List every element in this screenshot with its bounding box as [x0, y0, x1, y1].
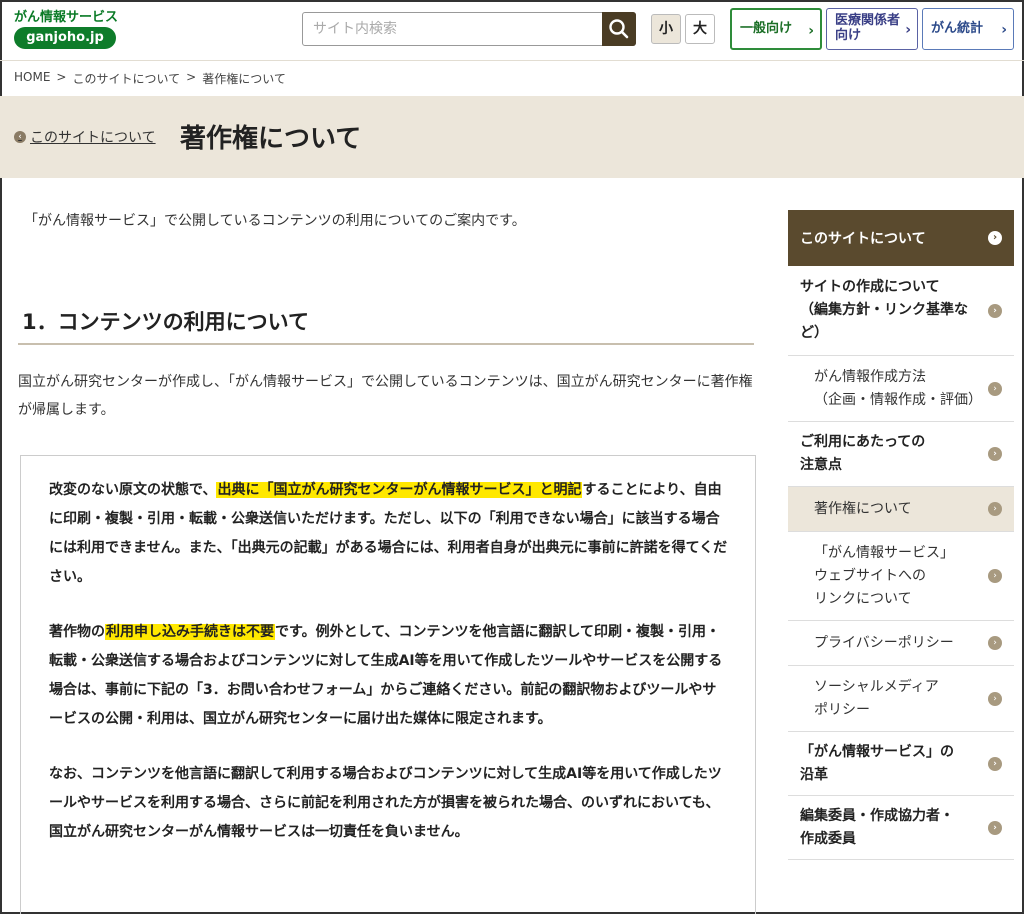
nav-stats-button[interactable]: がん統計 ›	[922, 8, 1014, 50]
notice-box: 改変のない原文の状態で、出典に「国立がん研究センターがん情報サービス」と明記する…	[20, 455, 756, 914]
search-box	[302, 12, 636, 46]
sidebar-item-label: がん情報作成方法 （企画・情報作成・評価）	[814, 366, 982, 412]
sidebar-nav: このサイトについて › サイトの作成について （編集方針・リンク基準な ど） › が…	[788, 210, 1014, 860]
breadcrumb: HOME > このサイトについて > 著作権について	[14, 70, 286, 87]
sidebar-item-label: ソーシャルメディア ポリシー	[814, 676, 939, 722]
highlight-no-application: 利用申し込み手続きは不要	[105, 624, 275, 640]
label-line: ご利用にあたっての	[800, 434, 926, 450]
font-size-small-button[interactable]: 小	[651, 14, 681, 44]
chevron-right-icon: ›	[988, 502, 1002, 516]
label-line: 「がん情報サービス」の	[800, 743, 954, 760]
sidebar-header-label: このサイトについて	[800, 231, 926, 247]
sidebar-header[interactable]: このサイトについて ›	[788, 210, 1014, 266]
label-line: ど）	[800, 325, 828, 341]
breadcrumb-about[interactable]: このサイトについて	[72, 70, 180, 87]
sidebar-item-history[interactable]: 「がん情報サービス」の 沿革 ›	[788, 732, 1014, 796]
label-line: 編集委員・作成協力者・	[800, 807, 954, 824]
nav-stats-label: がん統計	[931, 20, 984, 36]
chevron-right-icon: ›	[808, 23, 814, 39]
title-band: ‹ このサイトについて 著作権について	[0, 96, 1024, 178]
label-line: 作成委員	[800, 830, 856, 847]
copyright-paragraph: 国立がん研究センターが作成し、「がん情報サービス」で公開しているコンテンツは、国…	[18, 374, 753, 418]
notice-text: 改変のない原文の状態で、	[49, 482, 217, 498]
sidebar-item-label: サイトの作成について （編集方針・リンク基準な ど）	[800, 276, 968, 345]
label-line: ウェブサイトへの	[814, 567, 926, 584]
section-divider	[18, 343, 754, 345]
sidebar-item-label: 「がん情報サービス」 ウェブサイトへの リンクについて	[814, 542, 954, 611]
breadcrumb-current: 著作権について	[202, 72, 286, 86]
back-link[interactable]: ‹ このサイトについて	[14, 127, 156, 147]
nav-medical-label-line2: 向け	[835, 28, 862, 43]
chevron-right-icon: ›	[988, 691, 1002, 706]
sidebar-item-label: 編集委員・作成協力者・ 作成委員	[800, 805, 954, 851]
highlight-attribution: 出典に「国立がん研究センターがん情報サービス」と明記	[216, 482, 583, 498]
sidebar-item-label: プライバシーポリシー	[814, 634, 954, 651]
sidebar-item-label: 「がん情報サービス」の 沿革	[800, 741, 954, 787]
sidebar-item-info-method[interactable]: がん情報作成方法 （企画・情報作成・評価） ›	[788, 356, 1014, 422]
chevron-left-icon: ‹	[14, 131, 26, 143]
label-line: 注意点	[800, 457, 842, 473]
intro-text: 「がん情報サービス」で公開しているコンテンツの利用についてのご案内です。	[24, 213, 526, 229]
label-line: 「がん情報サービス」	[814, 544, 954, 561]
nav-general-button[interactable]: 一般向け ›	[730, 8, 822, 50]
logo-badge[interactable]: ganjoho.jp	[14, 27, 116, 49]
notice-text: 著作物の	[49, 624, 105, 640]
sidebar-item-social-media[interactable]: ソーシャルメディア ポリシー ›	[788, 666, 1014, 732]
breadcrumb-separator: >	[186, 70, 197, 84]
chevron-right-icon: ›	[988, 381, 1002, 396]
search-button[interactable]	[602, 12, 636, 46]
search-input[interactable]	[303, 13, 603, 45]
chevron-right-icon: ›	[905, 22, 911, 38]
sidebar-item-editors[interactable]: 編集委員・作成協力者・ 作成委員 ›	[788, 796, 1014, 860]
label-line: サイトの作成について	[800, 279, 940, 295]
sidebar-item-site-creation[interactable]: サイトの作成について （編集方針・リンク基準な ど） ›	[788, 266, 1014, 356]
notice-paragraph-3: なお、コンテンツを他言語に翻訳して利用する場合およびコンテンツに対して生成AI等…	[49, 766, 722, 840]
label-line: がん情報作成方法	[814, 368, 926, 385]
nav-general-label: 一般向け	[740, 20, 793, 36]
page-title: 著作権について	[180, 124, 362, 154]
label-line: ソーシャルメディア	[814, 678, 939, 695]
sidebar-item-copyright[interactable]: 著作権について ›	[788, 487, 1014, 532]
sidebar-item-linking[interactable]: 「がん情報サービス」 ウェブサイトへの リンクについて ›	[788, 532, 1014, 621]
font-size-large-button[interactable]: 大	[685, 14, 715, 44]
sidebar-item-privacy[interactable]: プライバシーポリシー ›	[788, 621, 1014, 666]
chevron-right-icon: ›	[988, 756, 1002, 771]
chevron-right-icon: ›	[988, 303, 1002, 318]
chevron-right-icon: ›	[988, 636, 1002, 650]
nav-medical-button[interactable]: 医療関係者 向け ›	[826, 8, 918, 50]
sidebar-item-label: ご利用にあたっての 注意点	[800, 431, 925, 477]
label-line: リンクについて	[814, 590, 912, 607]
chevron-right-icon: ›	[1001, 22, 1007, 38]
breadcrumb-separator: >	[56, 70, 67, 84]
header-divider	[0, 60, 1024, 61]
sidebar-item-usage-notes[interactable]: ご利用にあたっての 注意点 ›	[788, 422, 1014, 487]
search-icon	[609, 19, 629, 39]
chevron-right-icon: ›	[988, 447, 1002, 461]
nav-medical-label-line1: 医療関係者	[835, 13, 901, 29]
breadcrumb-home[interactable]: HOME	[14, 70, 50, 87]
label-line: （編集方針・リンク基準な	[800, 302, 968, 318]
label-line: 沿革	[800, 766, 828, 783]
site-header: がん情報サービス ganjoho.jp 小 大 一般向け › 医療関係者 向け …	[0, 0, 1024, 60]
notice-paragraph-2: 著作物の利用申し込み手続きは不要です。例外として、コンテンツを他言語に翻訳して印…	[49, 618, 729, 734]
label-line: ポリシー	[814, 701, 870, 718]
chevron-right-icon: ›	[988, 569, 1002, 583]
notice-paragraph-1: 改変のない原文の状態で、出典に「国立がん研究センターがん情報サービス」と明記する…	[49, 476, 729, 592]
logo-text[interactable]: がん情報サービス	[14, 6, 118, 25]
section-heading: 1．コンテンツの利用について	[22, 310, 309, 334]
chevron-right-icon: ›	[988, 820, 1002, 835]
chevron-right-icon: ›	[988, 231, 1002, 245]
back-link-label: このサイトについて	[30, 130, 156, 146]
nav-medical-label: 医療関係者 向け	[835, 9, 900, 49]
sidebar-item-label: 著作権について	[814, 500, 912, 517]
label-line: （企画・情報作成・評価）	[814, 391, 982, 408]
